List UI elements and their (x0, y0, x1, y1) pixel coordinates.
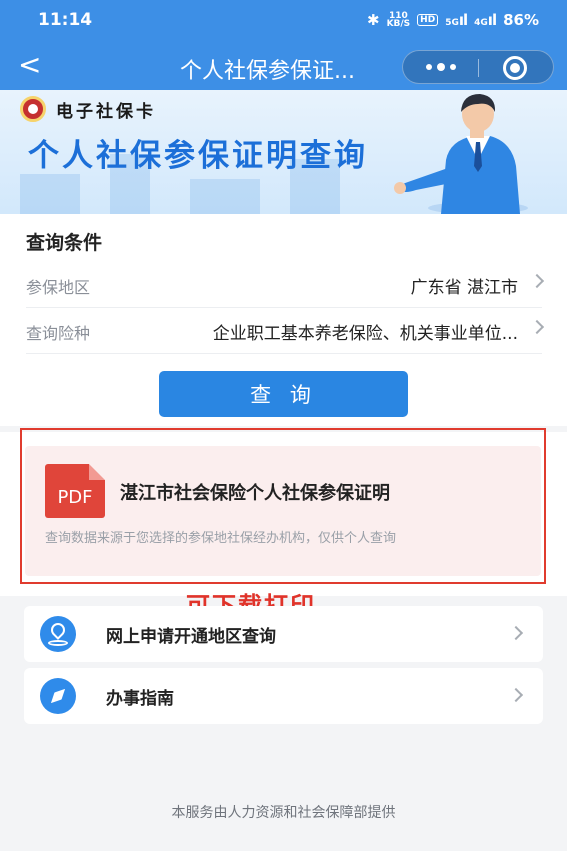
navigation-bar: < 个人社保参保证... (0, 44, 567, 90)
hero-banner: 电子社保卡 个人社保参保证明查询 (0, 90, 567, 214)
brand: 电子社保卡 (20, 96, 156, 122)
more-options-button[interactable] (403, 51, 478, 83)
page-title: 个人社保参保证... (180, 59, 355, 84)
net-speed-unit: KB/S (386, 19, 411, 29)
chevron-right-icon (529, 319, 545, 335)
compass-icon (40, 678, 76, 714)
city-skyline-decor (20, 174, 80, 214)
apply-region-query-link[interactable]: 网上申请开通地区查询 (24, 606, 543, 662)
link-label: 网上申请开通地区查询 (106, 627, 276, 647)
pin-shape (48, 620, 68, 640)
banner-title: 个人社保参保证明查询 (28, 138, 368, 174)
chevron-right-icon (508, 625, 524, 641)
dot-icon (436, 63, 445, 71)
region-selector-row[interactable]: 参保地区 广东省 湛江市 (26, 262, 545, 308)
link-label: 办事指南 (106, 689, 174, 709)
pin-base-shape (48, 640, 68, 646)
signal-4g: 4Gıl (474, 11, 497, 29)
status-indicators: ✱ 110 KB/S HD 5Gıl 4Gıl 86% (367, 11, 539, 29)
signal-5g: 5Gıl (445, 11, 468, 29)
compass-needle (47, 685, 68, 706)
section-title: 查询条件 (26, 232, 103, 254)
back-button[interactable]: < (18, 50, 41, 80)
query-button[interactable]: 查 询 (159, 371, 408, 417)
capsule-divider (478, 59, 479, 77)
insurance-type-value: 企业职工基本养老保险、机关事业单位... (212, 324, 518, 344)
social-security-logo-icon (20, 96, 46, 122)
bluetooth-icon: ✱ (366, 11, 380, 29)
hd-badge: HD (417, 14, 439, 26)
chevron-right-icon (529, 273, 545, 289)
brand-name: 电子社保卡 (56, 101, 156, 122)
battery-level: 86% (503, 11, 539, 29)
dot-icon (425, 64, 432, 70)
insurance-type-label: 查询险种 (26, 324, 91, 343)
query-conditions-card: 查询条件 参保地区 广东省 湛江市 查询险种 企业职工基本养老保险、机关事业单位… (0, 214, 567, 426)
status-time: 11:14 (38, 10, 93, 30)
businessman-illustration (394, 94, 528, 214)
footer-text: 本服务由人力资源和社会保障部提供 (171, 805, 396, 821)
chevron-right-icon (508, 687, 524, 703)
net-speed: 110 KB/S (386, 12, 411, 29)
service-guide-link[interactable]: 办事指南 (24, 668, 543, 724)
location-pin-icon (40, 616, 76, 652)
mini-program-capsule (402, 50, 554, 84)
annotation-highlight-box (20, 428, 546, 584)
close-miniprogram-button[interactable] (503, 56, 527, 80)
city-skyline-decor (190, 179, 260, 214)
status-bar: 11:14 ✱ 110 KB/S HD 5Gıl 4Gıl 86% (0, 0, 567, 42)
region-value: 广东省 湛江市 (410, 278, 518, 298)
dot-icon (449, 64, 456, 70)
insurance-type-selector-row[interactable]: 查询险种 企业职工基本养老保险、机关事业单位... (26, 308, 545, 354)
region-label: 参保地区 (26, 278, 91, 297)
top-bar: 11:14 ✱ 110 KB/S HD 5Gıl 4Gıl 86% < 个人社保… (0, 0, 567, 90)
